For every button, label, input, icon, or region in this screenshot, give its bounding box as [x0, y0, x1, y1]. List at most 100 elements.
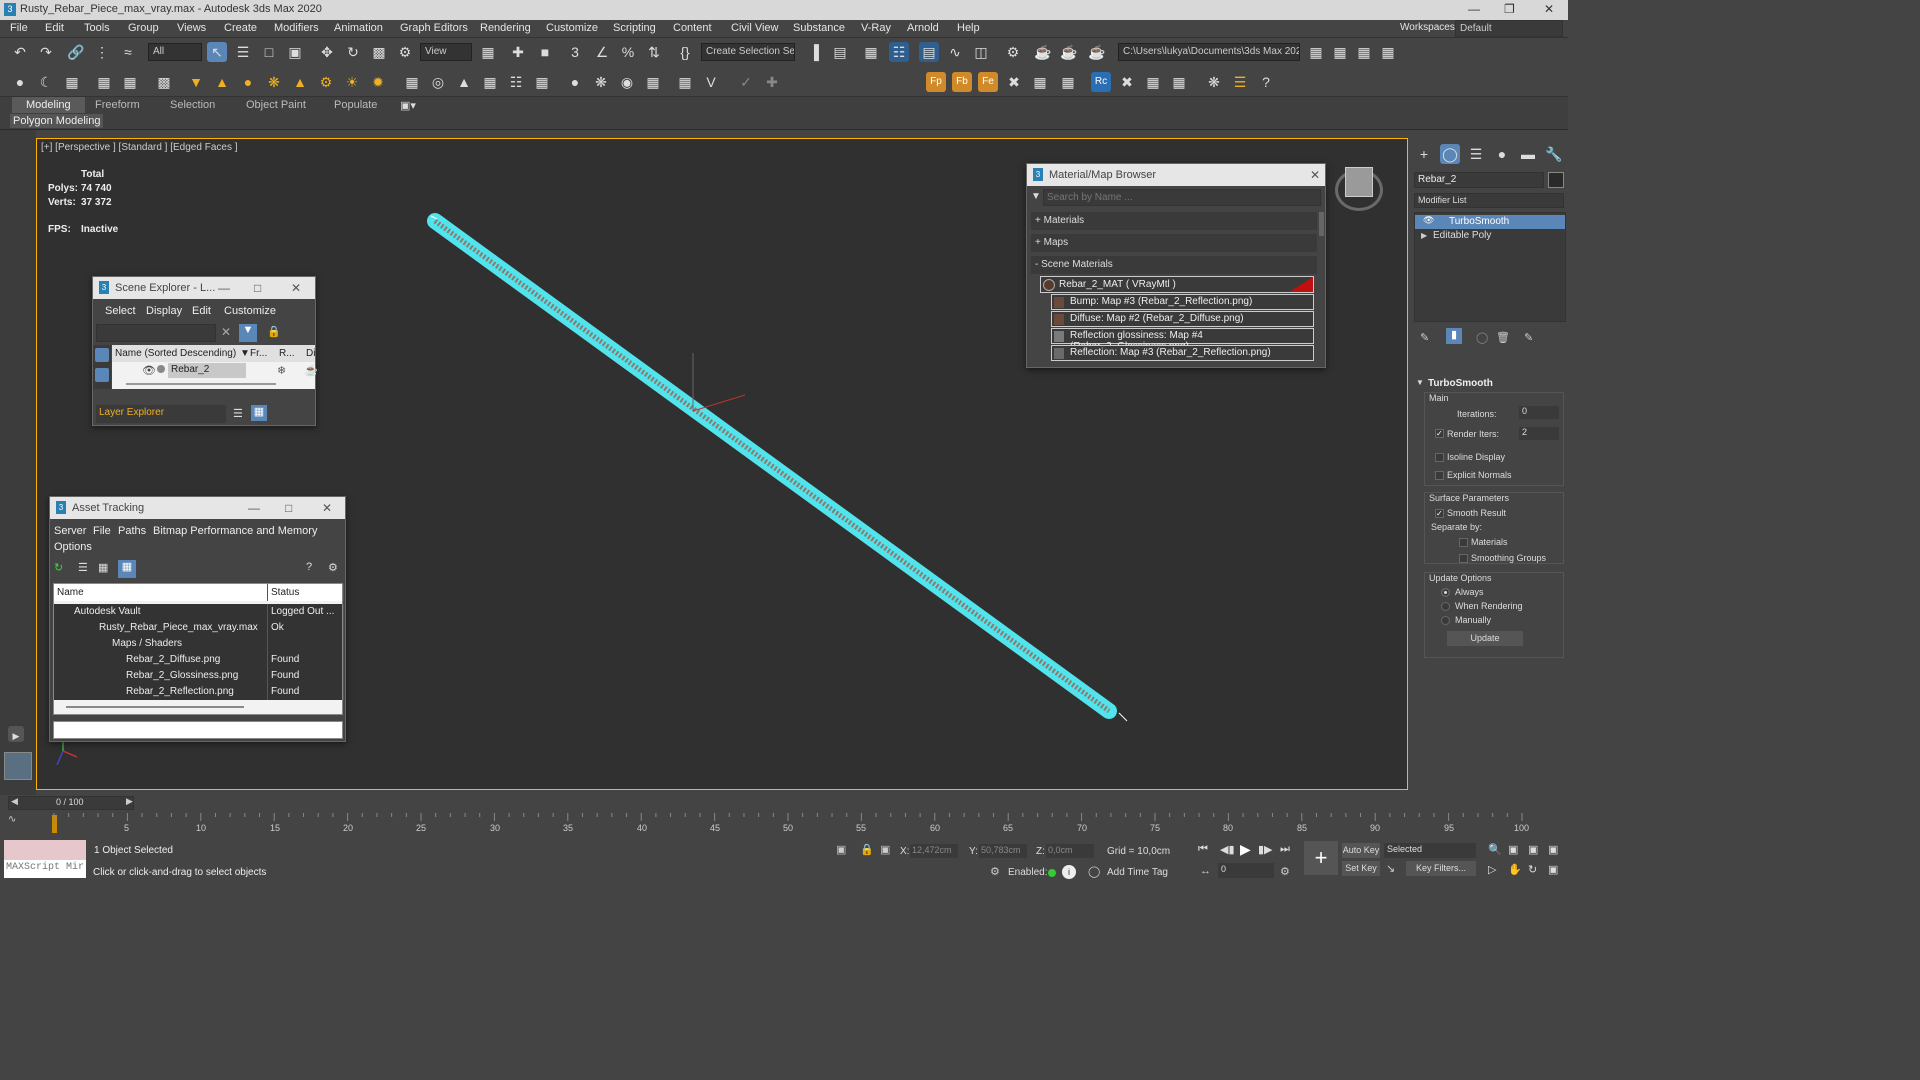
material-browser-titlebar[interactable]: 3 Material/Map Browser ✕ [1027, 164, 1325, 186]
vray-sky-icon[interactable]: ✹ [368, 72, 388, 92]
vray-tool-b-icon[interactable]: ✚ [762, 72, 782, 92]
se-menu-edit[interactable]: Edit [192, 305, 211, 317]
fp-icon[interactable]: Fp [926, 72, 946, 92]
zoom-icon[interactable]: 🔍 [1488, 843, 1502, 856]
vray-light-sphere-icon[interactable]: ● [238, 72, 258, 92]
absolute-mode-icon[interactable]: ▣ [880, 843, 890, 856]
redo-icon[interactable]: ↷ [36, 42, 56, 62]
key-selection-select[interactable]: Selected [1384, 843, 1476, 858]
object-name-field[interactable]: Rebar_2 [1414, 172, 1544, 188]
asset-row[interactable]: Rebar_2_Glossiness.png Found [54, 668, 344, 684]
curve-editor-icon[interactable]: ▤ [919, 42, 939, 62]
display-tab-icon[interactable]: ▬ [1518, 144, 1538, 164]
layers-icon[interactable]: ☰ [233, 407, 243, 420]
project-save-icon[interactable]: ▦ [1354, 42, 1374, 62]
menu-arnold[interactable]: Arnold [907, 22, 939, 34]
object-color-swatch[interactable] [1548, 172, 1564, 188]
pan-icon[interactable]: ✋ [1508, 863, 1522, 876]
rotate-icon[interactable]: ↻ [343, 42, 363, 62]
go-to-start-icon[interactable]: ⏮ [1198, 843, 1208, 856]
menu-edit[interactable]: Edit [45, 22, 64, 34]
toggle-ribbon-icon[interactable]: ☷ [889, 42, 909, 62]
fe-icon[interactable]: Fe [978, 72, 998, 92]
tab-object-paint[interactable]: Object Paint [246, 99, 306, 111]
at-menu-paths[interactable]: Paths [118, 525, 146, 537]
list-icon[interactable]: ☰ [1230, 72, 1250, 92]
menu-substance[interactable]: Substance [793, 22, 845, 34]
vray-spot-icon[interactable]: ▲ [290, 72, 310, 92]
maxscript-listener-input[interactable] [4, 840, 86, 860]
vray-tool-a-icon[interactable]: ✓ [736, 72, 756, 92]
display-geometry-icon[interactable] [95, 368, 109, 382]
info-icon[interactable]: i [1062, 865, 1076, 879]
panel-tool-icon[interactable]: ▦ [1058, 72, 1078, 92]
always-radio[interactable] [1441, 588, 1450, 597]
layer-explorer-select[interactable]: Layer Explorer [96, 405, 226, 423]
project-open-icon[interactable]: ▦ [1330, 42, 1350, 62]
spinner-snap-icon[interactable]: ⇅ [644, 42, 664, 62]
menu-graph-editors[interactable]: Graph Editors [400, 22, 468, 34]
eye-icon[interactable]: 👁 [1423, 215, 1434, 226]
adaptive-degradation-icon[interactable]: ⚙ [990, 865, 1000, 878]
render-production-icon[interactable]: ☕ [1059, 42, 1079, 62]
smooth-result-checkbox[interactable]: ✓ [1435, 509, 1444, 518]
render-iterative-icon[interactable]: ☕ [1087, 42, 1107, 62]
undo-icon[interactable]: ↶ [10, 42, 30, 62]
keyboard-shortcut-icon[interactable]: ■ [535, 42, 555, 62]
col-name-header[interactable]: Name (Sorted Descending) [115, 348, 236, 359]
play-icon[interactable]: ▶ [1240, 841, 1251, 858]
workspace-select[interactable]: Default [1455, 20, 1563, 37]
render-iters-spinner[interactable]: 2 [1519, 427, 1559, 440]
curve-toggle-icon[interactable]: ∿ [8, 814, 38, 836]
tab-freeform[interactable]: Freeform [95, 99, 140, 111]
utilities-tab-icon[interactable]: 🔧 [1544, 144, 1564, 164]
move-icon[interactable]: ✥ [317, 42, 337, 62]
project-folder-icon[interactable]: ▦ [1306, 42, 1326, 62]
window-crossing-icon[interactable]: ▣ [285, 42, 305, 62]
snaps-toggle-icon[interactable]: 3 [565, 42, 585, 62]
place-icon[interactable]: ⚙ [395, 42, 415, 62]
vray-lister-icon[interactable]: ▦ [675, 72, 695, 92]
x-coordinate-field[interactable]: 12,472cm [910, 844, 958, 858]
asset-tracking-titlebar[interactable]: 3 Asset Tracking — □ ✕ [50, 497, 345, 519]
menu-vray[interactable]: V-Ray [861, 22, 891, 34]
menu-modifiers[interactable]: Modifiers [274, 22, 319, 34]
track-bar[interactable]: 5 10 15 20 25 30 35 40 45 50 55 60 65 70… [52, 813, 1532, 835]
menu-views[interactable]: Views [177, 22, 206, 34]
vray-sphere-icon[interactable]: ◎ [428, 72, 448, 92]
asset-scrollbar[interactable] [66, 706, 244, 708]
material-browser-scrollbar[interactable] [1319, 212, 1324, 236]
asset-row[interactable]: Autodesk Vault Logged Out ... [54, 604, 344, 620]
percent-snap-icon[interactable]: % [618, 42, 638, 62]
y-coordinate-field[interactable]: 50,783cm [979, 844, 1027, 858]
grid-tool-icon[interactable]: ▦ [1030, 72, 1050, 92]
rendered-frame-icon[interactable]: ☕ [1033, 42, 1053, 62]
vray-light-dome-icon[interactable]: ▲ [212, 72, 232, 92]
vray-material-tool-icon[interactable]: ◉ [617, 72, 637, 92]
add-time-tag[interactable]: Add Time Tag [1107, 867, 1168, 878]
section-maps[interactable]: + Maps [1031, 234, 1317, 252]
modify-tab-icon[interactable]: ◯ [1440, 144, 1460, 164]
material-search-input[interactable] [1043, 189, 1321, 206]
modifier-list-select[interactable]: Modifier List [1414, 193, 1564, 208]
scene-explorer-titlebar[interactable]: 3 Scene Explorer - L... — □ ✕ [93, 277, 315, 299]
display-objects-icon[interactable] [95, 348, 109, 362]
edit-named-sets-icon[interactable]: {} [675, 42, 695, 62]
asset-path-field[interactable] [53, 721, 343, 739]
close-icon[interactable]: ✕ [1310, 168, 1320, 182]
filter-icon[interactable]: ▼ [239, 324, 257, 342]
layer-explorer-icon[interactable]: ▦ [861, 42, 881, 62]
thumbnail-view-icon[interactable]: ▦ [98, 561, 108, 574]
vray-dome-icon[interactable]: ▦ [62, 72, 82, 92]
green-panel-icon[interactable]: ▦ [1169, 72, 1189, 92]
explicit-normals-checkbox[interactable] [1435, 471, 1444, 480]
cross-tool-icon[interactable]: ✖ [1004, 72, 1024, 92]
viewcube-icon[interactable] [1345, 167, 1373, 197]
expand-icon[interactable]: ▶ [1421, 231, 1427, 240]
vray-proxy-icon[interactable]: ▦ [94, 72, 114, 92]
manually-radio[interactable] [1441, 616, 1450, 625]
mirror-icon[interactable]: ▐ [804, 42, 824, 62]
options-dropdown-icon[interactable]: ▼ [1031, 191, 1041, 202]
map-row[interactable]: Reflection glossiness: Map #4 (Rebar_2_G… [1051, 328, 1314, 352]
select-object-icon[interactable]: ↖ [207, 42, 227, 62]
